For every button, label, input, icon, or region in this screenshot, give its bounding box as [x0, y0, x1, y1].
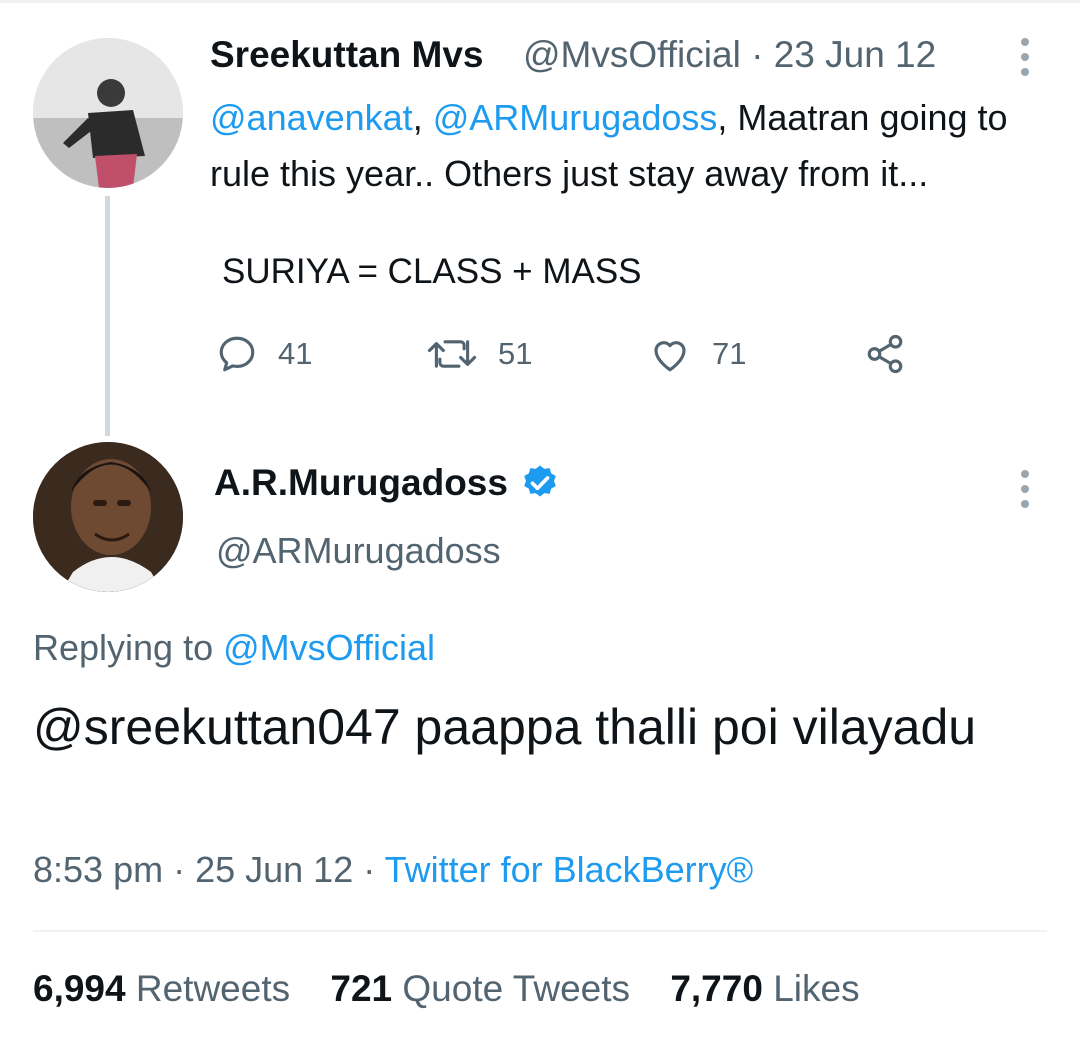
tweet1-date-separator: ·: [751, 34, 764, 75]
stats-divider: [33, 930, 1047, 932]
mention-armurugadoss[interactable]: @ARMurugadoss: [433, 97, 718, 138]
avatar-armurugadoss[interactable]: [33, 442, 183, 592]
like-count: 71: [712, 336, 747, 371]
like-icon: [654, 341, 686, 372]
tweet2-handle[interactable]: @ARMurugadoss: [216, 530, 501, 572]
tweet2-footer-meta: 8:53 pm · 25 Jun 12 · Twitter for BlackB…: [33, 849, 753, 891]
replying-to-handle[interactable]: @MvsOfficial: [223, 627, 435, 668]
tweet1-author-name[interactable]: Sreekuttan Mvs: [210, 34, 484, 76]
avatar-photo-icon: [33, 38, 183, 188]
tweet1-text: @anavenkat, @ARMurugadoss, Maatran going…: [210, 90, 1050, 202]
reply-icon: [219, 336, 255, 372]
likes-count: 7,770: [670, 968, 763, 1009]
retweets-count: 6,994: [33, 968, 126, 1009]
thread-connector-line: [105, 196, 110, 436]
tweet1-text-line2: SURIYA = CLASS + MASS: [222, 252, 642, 291]
avatar-sreekuttan[interactable]: [33, 38, 183, 188]
like-button[interactable]: 71: [648, 332, 746, 376]
tweet2-time[interactable]: 8:53 pm: [33, 849, 163, 890]
tweet2-more-icon[interactable]: [1018, 470, 1032, 515]
replying-to: Replying to @MvsOfficial: [33, 627, 435, 669]
tweet2-separator-2: ·: [353, 849, 385, 890]
retweet-count: 51: [498, 336, 533, 371]
likes-label: Likes: [773, 968, 860, 1009]
retweets-label: Retweets: [135, 968, 291, 1009]
tweet1-text-separator: ,: [412, 97, 433, 138]
reply-count: 41: [278, 336, 313, 371]
reply-button[interactable]: 41: [216, 332, 312, 376]
tweet1-date[interactable]: 23 Jun 12: [774, 34, 937, 75]
share-icon: [867, 334, 903, 374]
tweet1-more-icon[interactable]: [1018, 38, 1032, 83]
quote-tweets-label: Quote Tweets: [402, 968, 631, 1009]
tweet2-source-link[interactable]: Twitter for BlackBerry®: [385, 849, 754, 890]
tweet1-handle[interactable]: @MvsOfficial: [523, 34, 741, 75]
retweet-button[interactable]: 51: [426, 332, 532, 376]
mention-anavenkat[interactable]: @anavenkat: [210, 97, 413, 138]
replying-prefix: Replying to: [33, 627, 224, 668]
share-button[interactable]: [862, 332, 928, 376]
tweet2-separator-1: ·: [163, 849, 196, 890]
retweet-icon: [427, 340, 477, 368]
tweet2-date[interactable]: 25 Jun 12: [195, 849, 353, 890]
top-divider: [0, 0, 1080, 3]
retweets-stat[interactable]: 6,994 Retweets: [33, 968, 290, 1009]
tweet2-author-name[interactable]: A.R.Murugadoss: [214, 462, 508, 504]
quote-tweets-count: 721: [330, 968, 393, 1009]
avatar-photo-icon: [33, 442, 183, 592]
quote-tweets-stat[interactable]: 721 Quote Tweets: [330, 968, 630, 1009]
tweet-stats: 6,994 Retweets 721 Quote Tweets 7,770 Li…: [33, 968, 890, 1010]
tweet2-text: @sreekuttan047 paappa thalli poi vilayad…: [33, 699, 977, 755]
verified-badge-icon: [524, 465, 556, 497]
tweet1-meta: @MvsOfficial · 23 Jun 12: [523, 34, 936, 76]
tweet2-author[interactable]: A.R.Murugadoss: [214, 462, 560, 504]
likes-stat[interactable]: 7,770 Likes: [670, 968, 859, 1009]
